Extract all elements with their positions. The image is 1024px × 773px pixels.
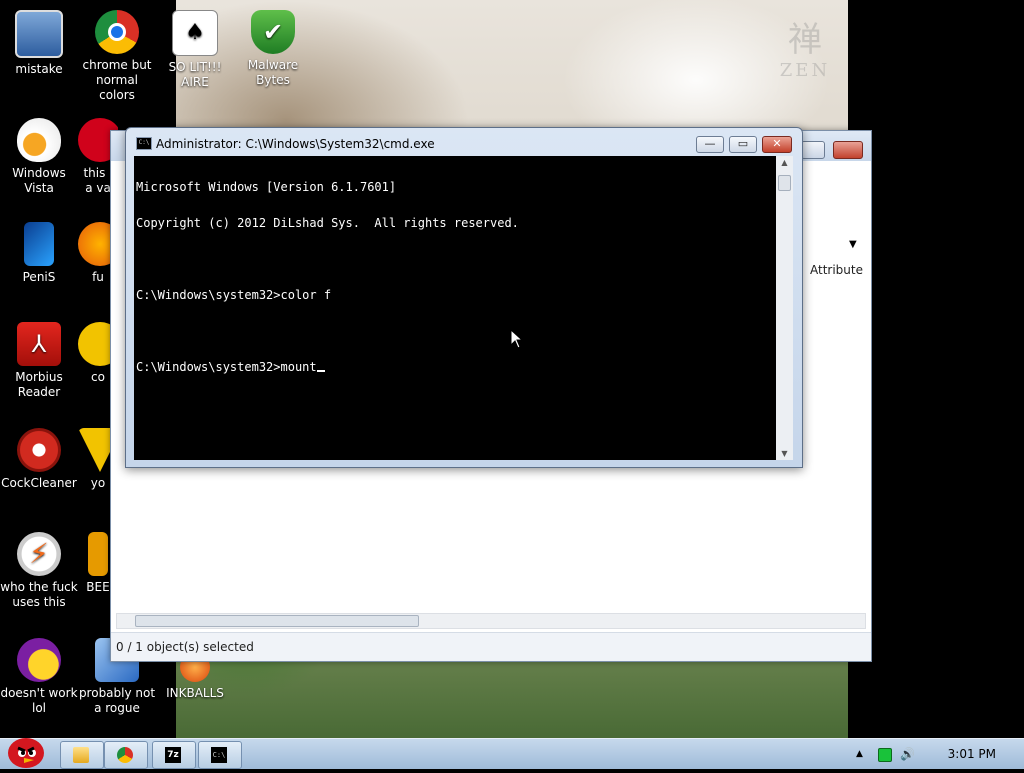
taskbar: 7z C:\ ▲ 🔊 3:01 PM	[0, 738, 1024, 769]
desktop-icon-solitaire[interactable]: ♠ SO LIT!!! AIRE	[156, 10, 234, 90]
solitaire-icon: ♠	[172, 10, 218, 56]
desktop-icon-penis[interactable]: PeniS	[0, 222, 78, 285]
status-bar: 0 / 1 object(s) selected	[111, 632, 871, 661]
desktop-icon-morbius-reader[interactable]: ⅄ Morbius Reader	[0, 322, 78, 400]
chevron-down-icon[interactable]: ▼	[849, 239, 857, 250]
column-header-attribute[interactable]: Attribute	[801, 257, 871, 281]
ccleaner-icon	[17, 428, 61, 472]
volume-icon[interactable]: 🔊	[900, 748, 915, 760]
egg-icon	[17, 118, 61, 162]
cmd-taskbar-button[interactable]: C:\	[198, 741, 242, 769]
scrollbar-thumb[interactable]	[135, 615, 419, 627]
maximize-icon: ▭	[737, 137, 749, 150]
7zip-icon: 7z	[165, 747, 181, 763]
yahoo-messenger-icon	[17, 638, 61, 682]
mouse-pointer-icon	[510, 329, 524, 349]
clock[interactable]: 3:01 PM	[948, 747, 996, 761]
desktop-icon-yahoo-messenger[interactable]: doesn't work lol	[0, 638, 78, 716]
system-tray: ▲ 🔊 3:01 PM	[854, 739, 1024, 769]
scroll-up-arrow-icon[interactable]: ▲	[776, 158, 793, 167]
cmd-icon: C:\	[136, 137, 152, 150]
console-line: Microsoft Windows [Version 6.1.7601]	[136, 180, 397, 194]
explorer-maximize-button[interactable]	[801, 141, 825, 159]
close-icon: ✕	[772, 137, 782, 150]
chrome-taskbar-button[interactable]	[104, 741, 148, 769]
start-button[interactable]	[2, 731, 50, 769]
console-line: Copyright (c) 2012 DiLshad Sys. All righ…	[136, 216, 519, 230]
folder-icon	[73, 747, 89, 763]
acrobat-icon: ⅄	[17, 322, 61, 366]
desktop-icon-chrome[interactable]: chrome but normal colors	[78, 10, 156, 103]
explorer-taskbar-button[interactable]	[60, 741, 104, 769]
lightning-icon: ⚡	[17, 532, 61, 576]
minimize-button[interactable]: —	[696, 136, 724, 153]
console-line: C:\Windows\system32>color f	[136, 288, 332, 302]
chrome-icon	[117, 747, 133, 763]
monitor-icon	[15, 10, 63, 58]
maximize-button[interactable]: ▭	[729, 136, 757, 153]
close-button[interactable]: ✕	[762, 136, 792, 153]
text-cursor	[316, 370, 325, 372]
console-output[interactable]: Microsoft Windows [Version 6.1.7601] Cop…	[134, 156, 776, 460]
selection-status: 0 / 1 object(s) selected	[116, 640, 254, 654]
cmd-window-title: Administrator: C:\Windows\System32\cmd.e…	[156, 137, 435, 151]
explorer-close-button[interactable]	[833, 141, 863, 159]
network-icon[interactable]	[878, 748, 892, 762]
bee-icon	[88, 532, 108, 576]
shield-check-icon: ✔	[251, 10, 295, 54]
cmd-icon: C:\	[211, 747, 227, 763]
desktop-icon-windows-vista[interactable]: Windows Vista	[0, 118, 78, 196]
wallpaper-zen-mark: 禅 ZEN	[779, 20, 831, 81]
horizontal-scrollbar[interactable]	[116, 613, 866, 629]
desktop-icon-malwarebytes[interactable]: ✔ Malware Bytes	[234, 10, 312, 88]
blue-phone-icon	[24, 222, 54, 266]
desktop-icon-cockcleaner[interactable]: CockCleaner	[0, 428, 78, 491]
angry-bird-icon	[8, 738, 44, 768]
scroll-down-arrow-icon[interactable]: ▼	[776, 449, 793, 458]
console-current-command: C:\Windows\system32>mount	[136, 360, 317, 374]
cmd-title-bar[interactable]: C:\ Administrator: C:\Windows\System32\c…	[126, 128, 802, 156]
console-input-line[interactable]: C:\Windows\system32>mount	[136, 361, 776, 373]
vertical-scrollbar[interactable]: ▲ ▼	[776, 156, 793, 460]
scrollbar-thumb[interactable]	[778, 175, 791, 191]
7zip-taskbar-button[interactable]: 7z	[152, 741, 196, 769]
desktop-icon-mistake[interactable]: mistake	[0, 10, 78, 77]
minimize-icon: —	[704, 137, 716, 150]
cmd-window[interactable]: C:\ Administrator: C:\Windows\System32\c…	[125, 127, 803, 468]
desktop-icon-who-uses-this[interactable]: ⚡ who the fuck uses this	[0, 532, 78, 610]
show-hidden-icons-icon[interactable]: ▲	[856, 748, 868, 760]
chrome-icon	[95, 10, 139, 54]
